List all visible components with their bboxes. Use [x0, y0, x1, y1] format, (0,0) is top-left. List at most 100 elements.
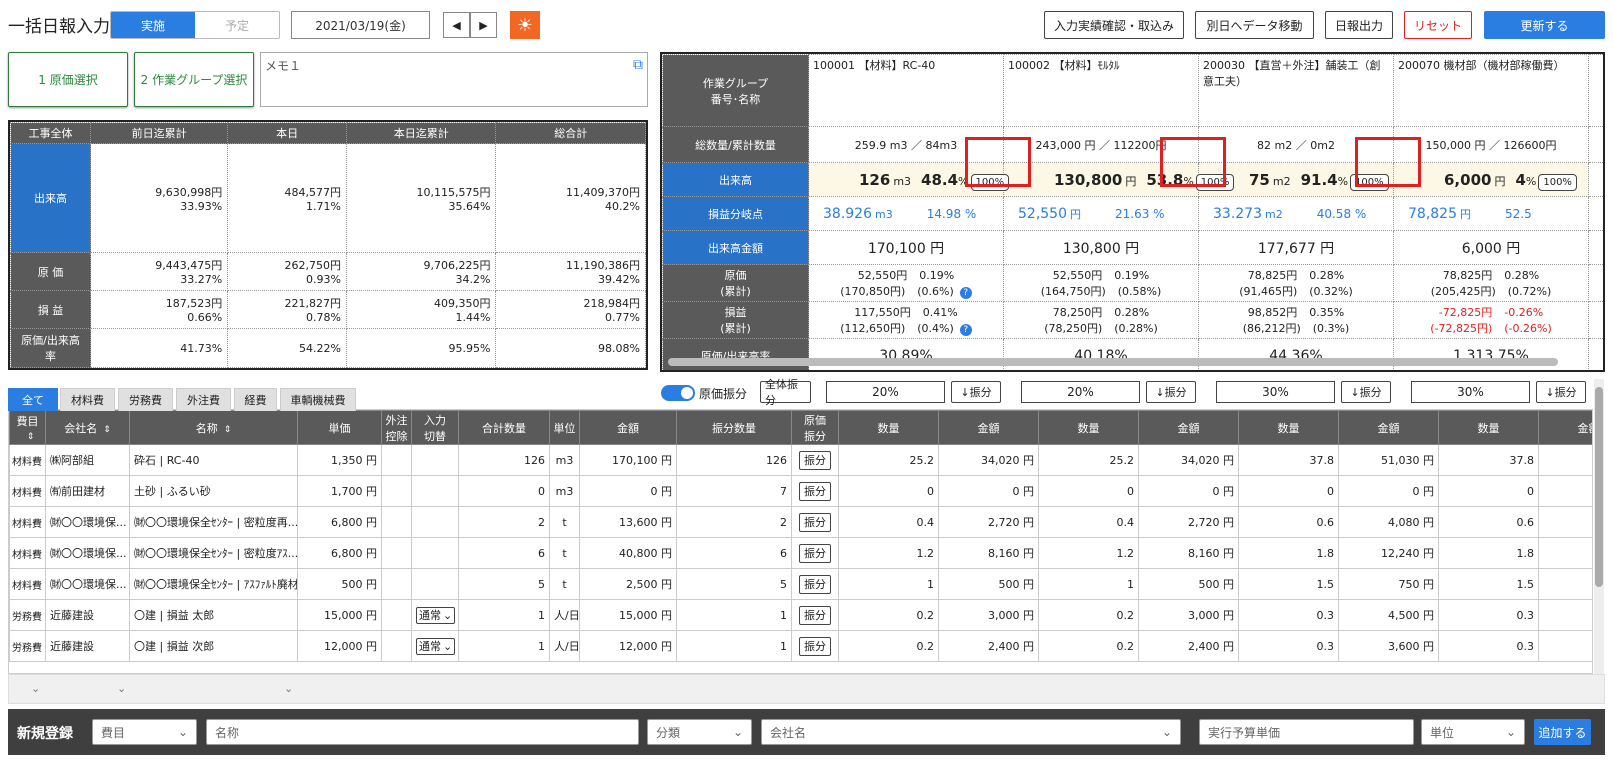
- cell-alloc-qty[interactable]: 2: [676, 506, 792, 538]
- cell-input-mode[interactable]: 通常 ⌄: [411, 630, 459, 662]
- cell-input-mode[interactable]: [411, 444, 459, 476]
- name-input[interactable]: 名称: [206, 719, 639, 745]
- cell-qty[interactable]: 126: [458, 444, 550, 476]
- cost-select-button[interactable]: 1 原価選択: [8, 52, 128, 107]
- sort-icon[interactable]: ⇕: [224, 425, 232, 435]
- dekidaka-qty[interactable]: 126: [859, 171, 890, 189]
- cell-alloc-btn[interactable]: 振分: [791, 630, 839, 662]
- alloc-percent-input[interactable]: 20%: [826, 381, 945, 403]
- alloc-down-button[interactable]: ↓振分: [951, 381, 1001, 403]
- cell-price[interactable]: 6,800 円: [297, 537, 382, 569]
- dekidaka-qty[interactable]: 75: [1249, 171, 1270, 189]
- dekidaka-pct[interactable]: 48.4: [921, 171, 958, 189]
- cell-group-qty[interactable]: 1.8: [1438, 537, 1539, 569]
- dekidaka-qty[interactable]: 130,800: [1054, 171, 1122, 189]
- tab-0[interactable]: 全て: [8, 388, 58, 411]
- cell-alloc-btn[interactable]: 振分: [791, 506, 839, 538]
- cell-input-mode[interactable]: [411, 537, 459, 569]
- cell-group-qty[interactable]: 0: [1238, 475, 1339, 507]
- cell-alloc-btn[interactable]: 振分: [791, 599, 839, 631]
- alloc-percent-input[interactable]: 30%: [1216, 381, 1335, 403]
- budget-price-input[interactable]: 実行予算単価: [1199, 719, 1414, 745]
- allocate-all-button[interactable]: 全体振分: [760, 378, 811, 407]
- cell-deduct[interactable]: [381, 599, 412, 631]
- horizontal-scrollbar[interactable]: [668, 358, 1558, 366]
- next-date-button[interactable]: ▶: [470, 12, 497, 38]
- cell-group-qty[interactable]: 0: [838, 475, 939, 507]
- cell-input-mode[interactable]: [411, 506, 459, 538]
- cell-group-qty[interactable]: 1.2: [838, 537, 939, 569]
- grid-header[interactable]: 会社名 ⇕: [45, 410, 130, 445]
- add-button[interactable]: 追加する: [1534, 719, 1591, 745]
- filter-name-chevron-icon[interactable]: ⌄: [284, 682, 293, 695]
- cell-alloc-btn[interactable]: 振分: [791, 537, 839, 569]
- cell-deduct[interactable]: [381, 506, 412, 538]
- class-select[interactable]: 分類 ⌄: [647, 719, 752, 745]
- cell-price[interactable]: 1,350 円: [297, 444, 382, 476]
- cell-deduct[interactable]: [381, 444, 412, 476]
- move-data-button[interactable]: 別日へデータ移動: [1195, 11, 1314, 39]
- allocate-button[interactable]: 振分: [799, 575, 831, 594]
- cell-group-qty[interactable]: 0: [1438, 475, 1539, 507]
- cell-qty[interactable]: 1: [458, 599, 550, 631]
- cell-qty[interactable]: 5: [458, 568, 550, 600]
- allocate-button[interactable]: 振分: [799, 637, 831, 656]
- alloc-percent-input[interactable]: 30%: [1411, 381, 1530, 403]
- set-100-button[interactable]: 100%: [1538, 173, 1577, 191]
- cell-group-qty[interactable]: 1.5: [1238, 568, 1339, 600]
- cell-input-mode[interactable]: [411, 568, 459, 600]
- type-select[interactable]: 費目 ⌄: [92, 719, 197, 745]
- cell-qty[interactable]: 1: [458, 630, 550, 662]
- filter-type-chevron-icon[interactable]: ⌄: [31, 682, 40, 695]
- allocate-button[interactable]: 振分: [799, 513, 831, 532]
- alloc-down-button[interactable]: ↓振分: [1146, 381, 1196, 403]
- import-actuals-button[interactable]: 入力実績確認・取込み: [1044, 11, 1184, 39]
- cell-alloc-qty[interactable]: 7: [676, 475, 792, 507]
- allocate-button[interactable]: 振分: [799, 482, 831, 501]
- dekidaka-pct[interactable]: 4: [1515, 171, 1525, 189]
- help-icon[interactable]: ?: [959, 324, 972, 336]
- cell-group-qty[interactable]: 1.5: [1438, 568, 1539, 600]
- grid-header[interactable]: 費目 ⇕: [9, 410, 46, 445]
- cell-group-qty[interactable]: 0.3: [1238, 599, 1339, 631]
- mode-toggle[interactable]: 実施 予定: [110, 11, 280, 39]
- cell-alloc-qty[interactable]: 1: [676, 599, 792, 631]
- vertical-scrollbar[interactable]: [1594, 379, 1604, 674]
- update-button[interactable]: 更新する: [1484, 11, 1605, 39]
- cell-group-qty[interactable]: 0.2: [1038, 599, 1139, 631]
- cell-group-qty[interactable]: 37.8: [1238, 444, 1339, 476]
- allocate-button[interactable]: 振分: [799, 606, 831, 625]
- external-link-icon[interactable]: ⧉: [633, 57, 643, 73]
- cell-alloc-qty[interactable]: 6: [676, 537, 792, 569]
- tab-5[interactable]: 車輌機械費: [280, 388, 356, 411]
- input-mode-select[interactable]: 通常 ⌄: [416, 607, 456, 624]
- cell-group-qty[interactable]: 0.3: [1438, 599, 1539, 631]
- cell-deduct[interactable]: [381, 568, 412, 600]
- date-field[interactable]: 2021/03/19(金): [291, 11, 430, 39]
- reset-button[interactable]: リセット: [1404, 11, 1472, 39]
- cell-qty[interactable]: 2: [458, 506, 550, 538]
- mode-actual-button[interactable]: 実施: [111, 12, 195, 38]
- cell-alloc-qty[interactable]: 5: [676, 568, 792, 600]
- cell-alloc-qty[interactable]: 1: [676, 630, 792, 662]
- alloc-percent-input[interactable]: 20%: [1021, 381, 1140, 403]
- cell-group-qty[interactable]: 25.2: [838, 444, 939, 476]
- cell-group-qty[interactable]: 0.3: [1438, 630, 1539, 662]
- memo-field[interactable]: メモ１ ⧉: [260, 52, 648, 107]
- cell-group-qty[interactable]: 0.6: [1238, 506, 1339, 538]
- cell-price[interactable]: 500 円: [297, 568, 382, 600]
- cell-price[interactable]: 6,800 円: [297, 506, 382, 538]
- cell-input-mode[interactable]: [411, 475, 459, 507]
- daily-report-output-button[interactable]: 日報出力: [1325, 11, 1393, 39]
- cell-qty[interactable]: 6: [458, 537, 550, 569]
- cell-price[interactable]: 15,000 円: [297, 599, 382, 631]
- grid-header[interactable]: 名称 ⇕: [129, 410, 298, 445]
- cell-group-qty[interactable]: 1.2: [1038, 537, 1139, 569]
- cell-price[interactable]: 12,000 円: [297, 630, 382, 662]
- tab-2[interactable]: 労務費: [118, 388, 173, 411]
- help-icon[interactable]: ?: [959, 287, 972, 299]
- dekidaka-qty[interactable]: 6,000: [1444, 171, 1491, 189]
- cell-price[interactable]: 1,700 円: [297, 475, 382, 507]
- cell-group-qty[interactable]: 0.2: [838, 599, 939, 631]
- cell-group-qty[interactable]: 0.4: [1038, 506, 1139, 538]
